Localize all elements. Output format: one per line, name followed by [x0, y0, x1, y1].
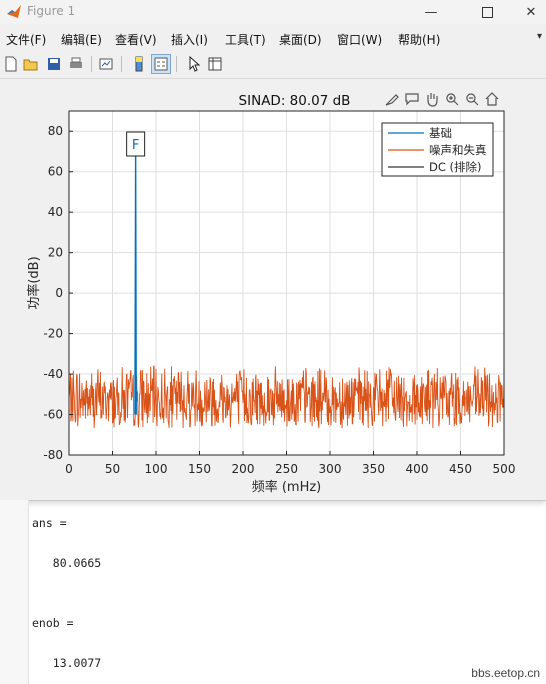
x-tick-label: 200 — [232, 462, 255, 476]
legend-icon[interactable] — [151, 54, 171, 74]
console-output-enob: enob = — [32, 616, 74, 630]
x-tick-label: 100 — [145, 462, 168, 476]
matlab-logo-icon — [7, 5, 21, 18]
maximize-icon — [481, 6, 493, 18]
brush-icon[interactable] — [385, 94, 399, 106]
print-icon[interactable] — [67, 55, 85, 73]
watermark: bbs.eetop.cn — [471, 666, 540, 680]
series-fundamental — [134, 154, 137, 415]
legend-entry: 噪声和失真 — [429, 143, 487, 157]
x-tick-label: 450 — [449, 462, 472, 476]
property-inspector-icon[interactable] — [206, 55, 224, 73]
menu-window[interactable]: 窗口(W) — [337, 31, 382, 48]
y-tick-label: -20 — [43, 327, 63, 341]
legend-entry: DC (排除) — [429, 160, 482, 174]
figure-window: Figure 1 — ✕ 文件(F) 编辑(E) 查看(V) 插入(I) 工具(… — [0, 0, 546, 501]
x-tick-label: 150 — [188, 462, 211, 476]
menu-view[interactable]: 查看(V) — [115, 31, 157, 48]
toolbar-separator — [176, 56, 177, 72]
open-file-icon[interactable] — [22, 55, 40, 73]
close-button[interactable]: ✕ — [508, 0, 546, 24]
menu-file[interactable]: 文件(F) — [6, 31, 46, 48]
spectrum-plot[interactable]: F0 50 100 150 200 250 300 350 400 450 500-80-60-40… — [0, 80, 546, 500]
y-tick-label: -80 — [43, 448, 63, 462]
zoom-in-icon[interactable] — [446, 93, 459, 106]
x-tick-label: 400 — [406, 462, 429, 476]
minimize-button[interactable]: — — [408, 0, 454, 24]
close-icon: ✕ — [525, 4, 537, 20]
y-tick-label: 0 — [55, 286, 63, 300]
menu-desktop[interactable]: 桌面(D) — [279, 31, 322, 48]
data-tips-icon[interactable] — [405, 93, 419, 106]
select-cursor-icon[interactable] — [185, 55, 203, 73]
menu-overflow-icon[interactable]: ▾ — [537, 31, 542, 42]
console-value-ans: 80.0665 — [32, 556, 102, 570]
pan-hand-icon[interactable] — [427, 93, 438, 107]
title-bar: Figure 1 — ✕ — [0, 0, 546, 24]
y-tick-label: 20 — [48, 246, 63, 260]
x-tick-label: 350 — [362, 462, 385, 476]
x-axis-label: 频率 (mHz) — [252, 479, 322, 495]
legend-entry: 基础 — [429, 126, 452, 140]
menu-bar: 文件(F) 编辑(E) 查看(V) 插入(I) 工具(T) 桌面(D) 窗口(W… — [0, 28, 546, 50]
toolbar-separator — [121, 56, 122, 72]
link-plot-icon[interactable] — [97, 55, 115, 73]
zoom-out-icon[interactable] — [466, 93, 479, 106]
x-tick-label: 0 — [65, 462, 73, 476]
command-window-gutter — [0, 500, 29, 684]
x-tick-label: 50 — [105, 462, 120, 476]
y-tick-label: 40 — [48, 205, 63, 219]
x-tick-label: 500 — [493, 462, 516, 476]
home-icon[interactable] — [485, 92, 499, 106]
maximize-button[interactable] — [464, 0, 510, 24]
figure-canvas: F 0 50 100 150 200 250 300 350 400 450 500 -80 -60 -40… — [0, 80, 546, 500]
y-tick-label: -40 — [43, 367, 63, 381]
new-figure-icon[interactable] — [2, 55, 20, 73]
menu-help[interactable]: 帮助(H) — [398, 31, 440, 48]
y-tick-label: 60 — [48, 165, 63, 179]
y-tick-label: 80 — [48, 124, 63, 138]
x-tick-label: 250 — [275, 462, 298, 476]
toolbar-separator — [91, 56, 92, 72]
console-output-ans: ans = — [32, 516, 67, 530]
figure-toolbar — [0, 52, 546, 79]
minimize-icon: — — [424, 4, 438, 20]
save-icon[interactable] — [45, 55, 63, 73]
console-value-enob: 13.0077 — [32, 656, 102, 670]
y-axis-label: 功率(dB) — [26, 256, 42, 309]
window-title: Figure 1 — [27, 4, 76, 18]
chart-title: SINAD: 80.07 dB — [239, 93, 351, 109]
menu-tools[interactable]: 工具(T) — [225, 31, 266, 48]
x-tick-label: 300 — [319, 462, 342, 476]
menu-edit[interactable]: 编辑(E) — [61, 31, 102, 48]
colorbar-icon[interactable] — [130, 55, 148, 73]
fundamental-marker-label: F — [132, 138, 139, 153]
menu-insert[interactable]: 插入(I) — [171, 31, 208, 48]
y-tick-label: -60 — [43, 408, 63, 422]
